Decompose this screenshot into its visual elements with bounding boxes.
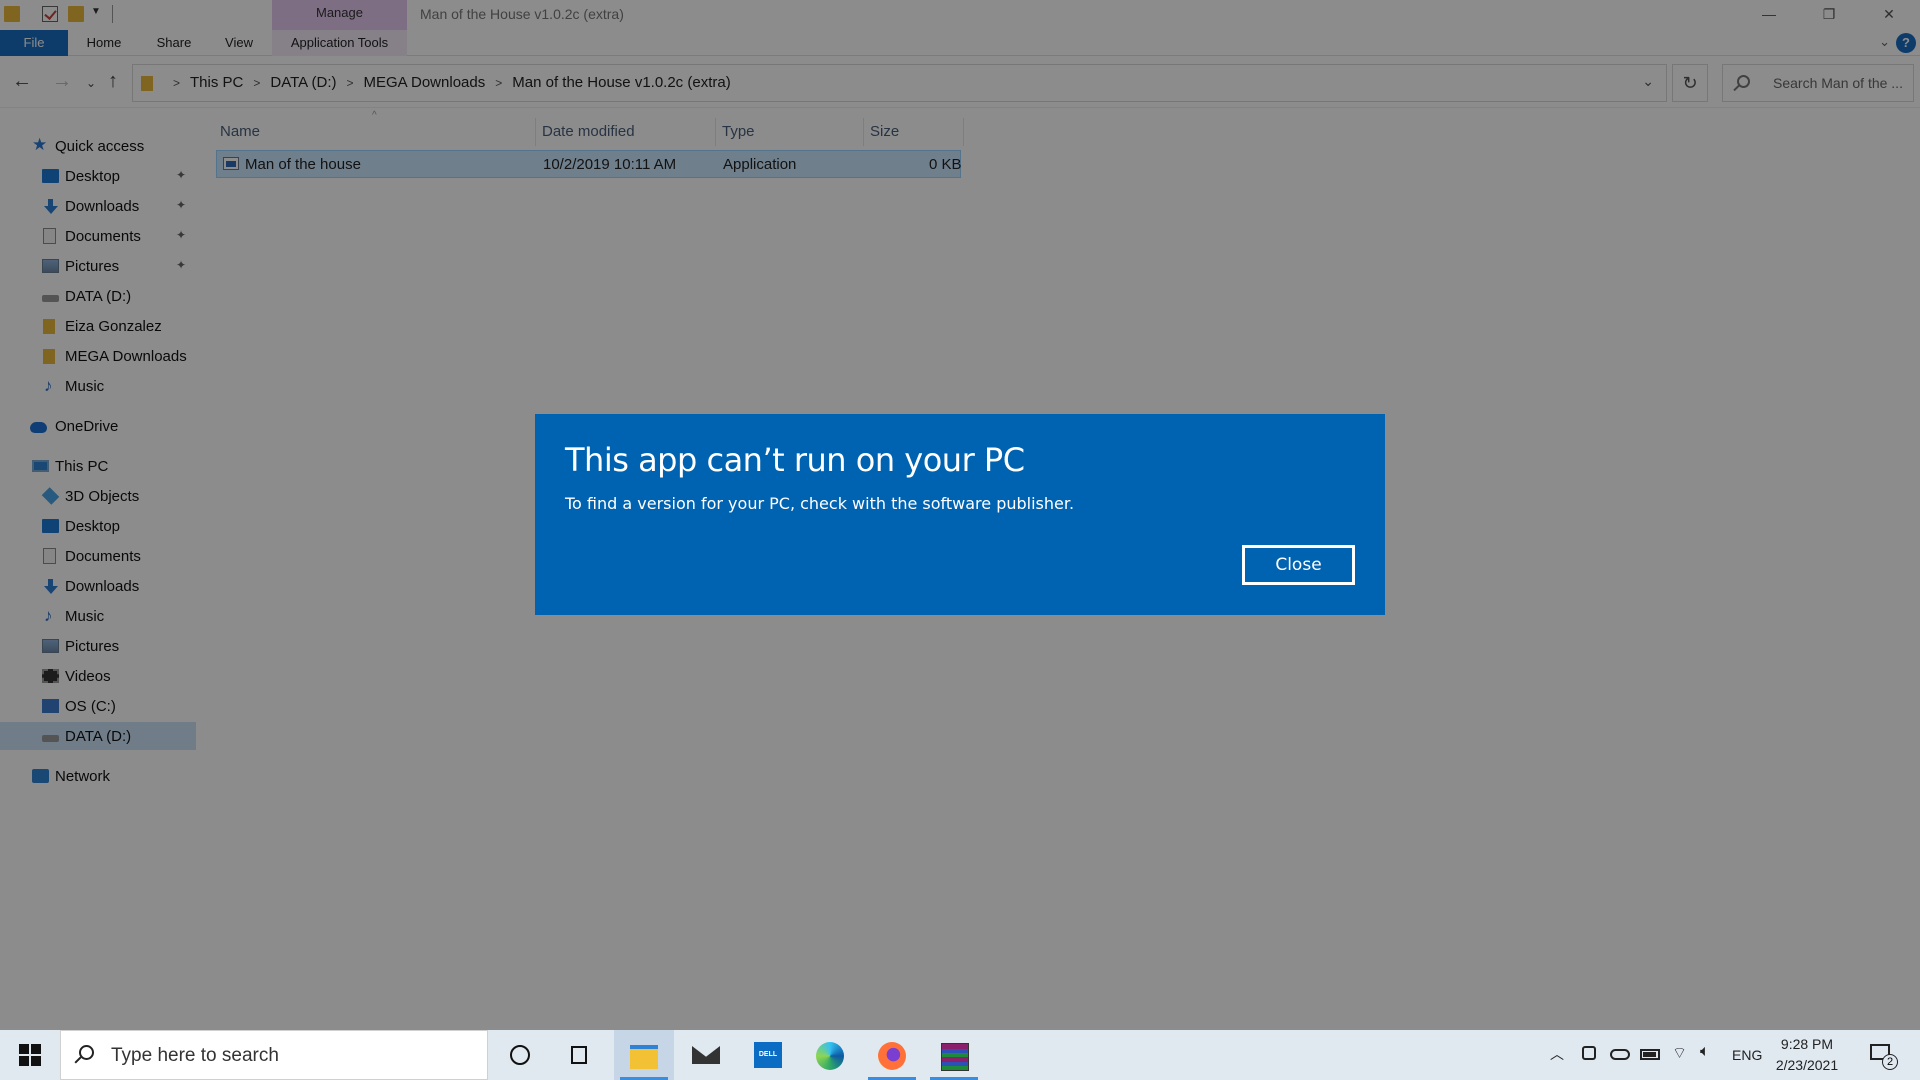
clock-time: 9:28 PM <box>1780 1036 1834 1052</box>
dell-icon[interactable] <box>738 1030 798 1080</box>
taskbar-search-placeholder: Type here to search <box>111 1045 279 1066</box>
clock[interactable]: 9:28 PM 2/23/2021 <box>1772 1034 1842 1076</box>
winrar-icon[interactable] <box>924 1030 984 1080</box>
windows-logo-icon <box>31 1044 41 1054</box>
dialog-message: To find a version for your PC, check wit… <box>565 494 1075 513</box>
taskbar-search-input[interactable]: Type here to search <box>60 1030 488 1080</box>
firefox-icon[interactable] <box>862 1030 922 1080</box>
windows-logo-icon <box>31 1056 41 1066</box>
mail-icon[interactable] <box>676 1030 736 1080</box>
start-button[interactable] <box>0 1030 60 1080</box>
task-view-icon[interactable] <box>552 1030 612 1080</box>
dialog-title: This app can’t run on your PC <box>565 441 1025 479</box>
onedrive-tray-icon[interactable] <box>1610 1049 1630 1060</box>
wifi-icon[interactable]: ⌔ <box>1672 1043 1687 1063</box>
volume-icon[interactable]: 🔈︎ <box>1700 1043 1710 1061</box>
cortana-icon[interactable] <box>490 1030 550 1080</box>
edge-icon[interactable] <box>800 1030 860 1080</box>
notification-count-badge: 2 <box>1882 1054 1898 1070</box>
windows-logo-icon <box>19 1056 29 1066</box>
meet-now-icon[interactable] <box>1582 1046 1596 1060</box>
windows-logo-icon <box>19 1044 29 1054</box>
close-button[interactable]: Close <box>1242 545 1355 585</box>
file-explorer-icon[interactable] <box>614 1030 674 1080</box>
clock-date: 2/23/2021 <box>1775 1057 1839 1073</box>
search-icon <box>79 1045 94 1060</box>
show-hidden-icons-chevron-icon[interactable]: ︿ <box>1550 1044 1564 1064</box>
taskbar: Type here to search ︿ ⌔ 🔈︎ ENG 9:28 PM 2… <box>0 1030 1920 1080</box>
app-cant-run-dialog: This app can’t run on your PC To find a … <box>535 414 1385 615</box>
battery-icon[interactable] <box>1640 1049 1660 1060</box>
language-indicator[interactable]: ENG <box>1732 1047 1762 1063</box>
